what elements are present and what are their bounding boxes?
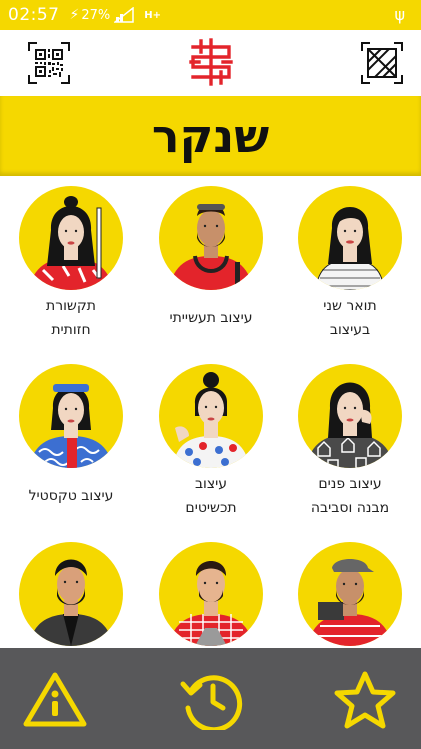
status-time: 02:57 bbox=[8, 5, 60, 25]
department-card-industrial-design[interactable]: עיצוב תעשייתי bbox=[141, 176, 281, 356]
avatar bbox=[159, 186, 263, 290]
department-card-ma-design[interactable]: תואר שני בעיצוב bbox=[280, 176, 420, 356]
avatar bbox=[159, 542, 263, 646]
map-icon bbox=[361, 42, 403, 84]
history-button[interactable] bbox=[178, 670, 244, 733]
map-button[interactable] bbox=[361, 42, 403, 84]
departments-grid: תואר שני בעיצוב עיצוב תעשייתי תקשורת חזו… bbox=[0, 176, 421, 648]
signal-icon bbox=[114, 7, 134, 23]
avatar bbox=[19, 186, 123, 290]
page-title: שנקר bbox=[151, 109, 270, 163]
avatar bbox=[298, 364, 402, 468]
department-card-jewelry-design[interactable]: עיצוב תכשיטים bbox=[141, 354, 281, 534]
qr-scan-button[interactable] bbox=[28, 42, 70, 84]
department-card-9[interactable] bbox=[1, 532, 141, 648]
department-card-7[interactable] bbox=[280, 532, 420, 648]
avatar bbox=[298, 186, 402, 290]
department-label: תואר שני בעיצוב bbox=[323, 298, 377, 338]
department-card-visual-communication[interactable]: תקשורת חזותית bbox=[1, 176, 141, 356]
status-bar: 02:57 ⚡ 27% H+ ψ bbox=[0, 0, 421, 30]
department-label: תקשורת חזותית bbox=[46, 298, 96, 338]
usb-icon: ψ bbox=[394, 5, 405, 24]
department-label: עיצוב טקסטיל bbox=[28, 488, 114, 504]
title-band: שנקר bbox=[0, 96, 421, 176]
favorites-button[interactable] bbox=[332, 670, 398, 730]
qr-code-icon bbox=[28, 42, 70, 84]
avatar bbox=[19, 364, 123, 468]
avatar bbox=[19, 542, 123, 646]
star-icon bbox=[334, 671, 396, 729]
department-label: עיצוב תכשיטים bbox=[185, 476, 237, 516]
department-card-interior-design[interactable]: עיצוב פנים מבנה וסביבה bbox=[280, 354, 420, 534]
history-icon bbox=[180, 675, 243, 733]
info-button[interactable] bbox=[22, 670, 88, 730]
department-label: עיצוב תעשייתי bbox=[169, 310, 253, 326]
department-card-8[interactable] bbox=[141, 532, 281, 648]
battery-level: 27% bbox=[81, 7, 111, 23]
department-label: עיצוב פנים מבנה וסביבה bbox=[310, 476, 390, 516]
network-type: H+ bbox=[144, 9, 161, 21]
avatar bbox=[159, 364, 263, 468]
avatar bbox=[298, 542, 402, 646]
top-bar bbox=[0, 30, 421, 96]
charging-icon: ⚡ bbox=[69, 7, 80, 23]
bottom-navigation bbox=[0, 648, 421, 749]
department-card-textile-design[interactable]: עיצוב טקסטיל bbox=[1, 354, 141, 534]
info-icon bbox=[23, 672, 87, 727]
shenkar-logo bbox=[188, 38, 234, 86]
